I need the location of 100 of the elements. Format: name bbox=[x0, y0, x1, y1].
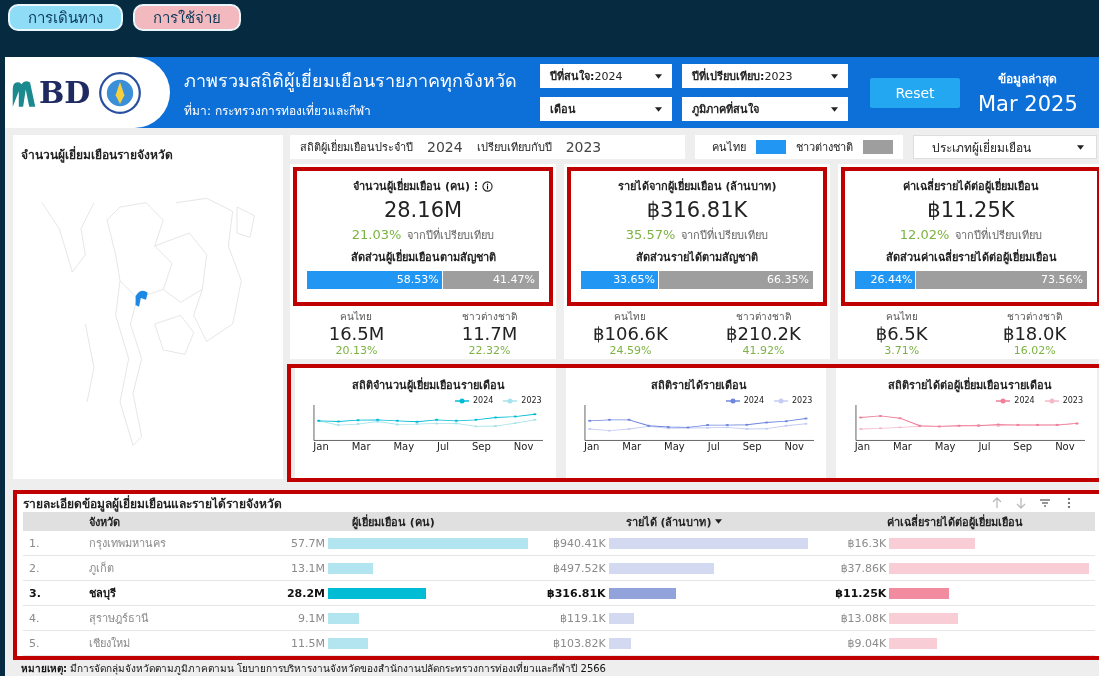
nav-tab[interactable]: การใช้จ่าย bbox=[133, 4, 241, 31]
row-number: 5. bbox=[28, 636, 41, 650]
breakdown-label: คนไทย bbox=[885, 310, 918, 324]
chart-title: สถิติรายได้รายเดือน bbox=[651, 378, 747, 394]
change-label: จากปีที่เปรียบเทียบ bbox=[681, 226, 769, 244]
metric-value: 28.2M bbox=[285, 586, 325, 600]
metric-bar bbox=[608, 637, 631, 649]
province-cell-text: สุราษฎร์ธานี bbox=[88, 611, 150, 627]
axis-label: May bbox=[934, 441, 956, 452]
breakdown-label: คนไทย bbox=[614, 310, 647, 324]
province-cell-text: ภูเก็ต bbox=[88, 560, 115, 577]
table-row[interactable]: 1. กรุงเทพมหานคร 57.7M ฿940.41K ฿16.3K bbox=[23, 531, 1095, 556]
breakdown-percent: 16.02% bbox=[1013, 344, 1056, 357]
metric-value: ฿37.86K bbox=[839, 561, 887, 575]
breakdown-value: ฿6.5K bbox=[875, 324, 928, 344]
column-header[interactable]: ผู้เยี่ยมเยือน (คน) bbox=[253, 512, 534, 531]
province-cell-text: เชียงใหม่ bbox=[88, 636, 131, 652]
change-percent: 35.57% bbox=[625, 227, 676, 242]
latest-label: ข้อมูลล่าสุด bbox=[998, 71, 1058, 88]
breakdown-percent: 3.71% bbox=[884, 344, 920, 357]
caret-icon bbox=[1077, 144, 1084, 150]
change-label: จากปีที่เปรียบเทียบ bbox=[407, 226, 495, 244]
nav-tab[interactable]: การเดินทาง bbox=[8, 4, 123, 31]
logo-text: BD bbox=[39, 75, 91, 110]
filter-dropdown[interactable]: ภูมิภาคที่สนใจ bbox=[682, 97, 848, 121]
column-header[interactable]: จังหวัด bbox=[83, 512, 253, 531]
dashboard-title: ภาพรวมสถิติผู้เยี่ยมเยือนรายภาคทุกจังหวัด bbox=[184, 67, 518, 94]
metric-bar bbox=[328, 562, 374, 574]
change-percent: 12.02% bbox=[899, 227, 950, 242]
table-row[interactable]: 4. สุราษฎร์ธานี 9.1M ฿119.1K ฿13.08K bbox=[23, 606, 1095, 631]
axis-label: Jan bbox=[854, 441, 871, 452]
kpi-title: รายได้จากผู้เยี่ยมเยือน (ล้านบาท) bbox=[617, 177, 777, 195]
metric-value: ฿940.41K bbox=[551, 536, 606, 550]
year-value: 2024 bbox=[427, 139, 463, 155]
breakdown-label: ชาวต่างชาติ bbox=[462, 310, 517, 324]
thai-share-label: 58.53% bbox=[396, 272, 439, 288]
table-row[interactable]: 2. ภูเก็ต 13.1M ฿497.52K ฿37.86K bbox=[23, 556, 1095, 581]
kpi-title: จำนวนผู้เยี่ยมเยือน (คน) bbox=[353, 177, 470, 195]
metric-bar bbox=[608, 612, 634, 624]
breakdown-percent: 24.59% bbox=[609, 344, 652, 357]
latest-date: Mar 2025 bbox=[978, 92, 1078, 116]
table-row[interactable]: 5. เชียงใหม่ 11.5M ฿103.82K ฿9.04K bbox=[23, 631, 1095, 656]
row-number: 4. bbox=[28, 611, 41, 625]
legend-label: 2023 bbox=[521, 396, 542, 405]
axis-label: Mar bbox=[622, 441, 642, 452]
metric-value: ฿103.82K bbox=[551, 636, 606, 650]
axis-label: Mar bbox=[351, 441, 371, 452]
filter-dropdown[interactable]: ปีที่สนใจ:2024 bbox=[540, 64, 672, 88]
breakdown-percent: 22.32% bbox=[468, 344, 511, 357]
more-icon[interactable] bbox=[473, 181, 478, 191]
metric-bar bbox=[328, 637, 368, 649]
metric-value: ฿11.25K bbox=[834, 586, 887, 600]
foreign-share-label: 73.56% bbox=[1041, 272, 1083, 288]
axis-label: Jul bbox=[707, 441, 720, 452]
thai-share-label: 26.44% bbox=[870, 272, 913, 288]
chart-title: สถิติจำนวนผู้เยี่ยมเยือนรายเดือน bbox=[351, 376, 505, 394]
table-row[interactable]: 3. ชลบุรี 28.2M ฿316.81K ฿11.25K bbox=[23, 581, 1095, 606]
axis-label: Jan bbox=[313, 441, 329, 452]
metric-value: ฿13.08K bbox=[839, 611, 887, 625]
breakdown-value: ฿106.6K bbox=[593, 324, 668, 344]
axis-label: Nov bbox=[513, 441, 534, 452]
change-label: จากปีที่เปรียบเทียบ bbox=[955, 226, 1043, 244]
legend-label: 2024 bbox=[743, 396, 764, 405]
caret-icon bbox=[655, 106, 662, 112]
filter-dropdown[interactable]: ปีที่เปรียบเทียบ:2023 bbox=[682, 64, 848, 88]
breakdown-percent: 41.92% bbox=[742, 344, 785, 357]
breakdown-label: ชาวต่างชาติ bbox=[736, 310, 791, 324]
metric-value: ฿497.52K bbox=[551, 561, 606, 575]
province-cell-text: กรุงเทพมหานคร bbox=[88, 536, 167, 552]
source-text: ที่มา: กระทรวงการท่องเที่ยวและกีฬา bbox=[184, 101, 372, 120]
breakdown-percent: 20.13% bbox=[335, 344, 378, 357]
kpi-value: 28.16M bbox=[383, 198, 463, 222]
kpi-value: ฿11.25K bbox=[927, 198, 1015, 222]
info-icon[interactable] bbox=[481, 180, 493, 192]
legend-label: 2023 bbox=[1062, 396, 1083, 405]
axis-label: Jul bbox=[978, 441, 991, 452]
breakdown-label: คนไทย bbox=[340, 310, 373, 324]
summary-label: สถิติผู้เยี่ยมเยือนประจำปี bbox=[300, 138, 413, 156]
metric-value: 57.7M bbox=[290, 536, 325, 550]
kpi-title: ค่าเฉลี่ยรายได้ต่อผู้เยี่ยมเยือน bbox=[903, 177, 1039, 195]
axis-label: Nov bbox=[784, 441, 804, 452]
breakdown-label: ชาวต่างชาติ bbox=[1007, 310, 1063, 324]
row-number: 2. bbox=[28, 561, 41, 575]
row-number: 3. bbox=[28, 586, 42, 600]
breakdown-value: ฿18.0K bbox=[1002, 324, 1067, 344]
foreign-share-label: 66.35% bbox=[767, 272, 809, 288]
column-header[interactable]: ค่าเฉลี่ยรายได้ต่อผู้เยี่ยมเยือน bbox=[814, 512, 1095, 531]
filter-icon[interactable] bbox=[1039, 497, 1051, 509]
metric-value: ฿119.1K bbox=[558, 611, 606, 625]
filter-dropdown[interactable]: เดือน bbox=[540, 97, 672, 121]
compare-year-value: 2023 bbox=[565, 139, 602, 155]
emblem-icon bbox=[98, 70, 143, 115]
axis-label: Mar bbox=[893, 441, 912, 452]
breakdown-value: 16.5M bbox=[328, 324, 385, 344]
row-number: 1. bbox=[28, 536, 41, 550]
metric-value: 11.5M bbox=[290, 636, 325, 650]
column-header[interactable]: รายได้ (ล้านบาท) bbox=[533, 512, 815, 531]
type-dropdown[interactable]: ประเภทผู้เยี่ยมเยือน bbox=[913, 135, 1097, 159]
metric-bar bbox=[608, 587, 676, 599]
metric-value: ฿16.3K bbox=[846, 536, 887, 550]
